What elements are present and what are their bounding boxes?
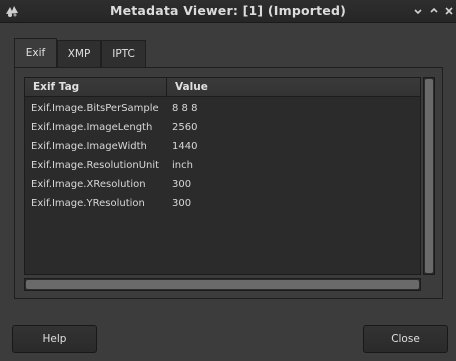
exif-tab-page: Exif Tag Value Exif.Image.BitsPerSample … xyxy=(14,67,443,299)
exif-tag-cell: Exif.Image.ImageWidth xyxy=(31,141,147,152)
column-header-exif-tag[interactable]: Exif Tag xyxy=(25,78,167,96)
close-icon[interactable] xyxy=(443,5,455,17)
maximize-icon[interactable] xyxy=(428,5,440,17)
column-header-value[interactable]: Value xyxy=(167,78,420,96)
value-cell: 1440 xyxy=(172,141,198,152)
value-cell: 300 xyxy=(172,179,192,190)
value-cell: 8 8 8 xyxy=(172,103,198,114)
table-row[interactable]: Exif.Image.XResolution 300 xyxy=(25,175,420,194)
minimize-icon[interactable] xyxy=(412,5,424,17)
horizontal-scrollbar[interactable] xyxy=(24,278,421,291)
value-cell: inch xyxy=(172,160,193,171)
tab-exif[interactable]: Exif xyxy=(14,38,57,69)
vertical-scrollbar-thumb[interactable] xyxy=(425,79,433,273)
exif-tag-cell: Exif.Image.XResolution xyxy=(31,179,146,190)
vertical-scrollbar[interactable] xyxy=(423,77,435,275)
table-row[interactable]: Exif.Image.YResolution 300 xyxy=(25,194,420,213)
tab-iptc[interactable]: IPTC xyxy=(101,40,146,67)
help-button[interactable]: Help xyxy=(12,325,97,353)
table-row[interactable]: Exif.Image.ImageWidth 1440 xyxy=(25,137,420,156)
horizontal-scrollbar-thumb[interactable] xyxy=(26,280,419,289)
value-cell: 2560 xyxy=(172,122,198,133)
exif-tag-cell: Exif.Image.ResolutionUnit xyxy=(31,160,160,171)
table-row[interactable]: Exif.Image.ResolutionUnit inch xyxy=(25,156,420,175)
exif-tag-cell: Exif.Image.YResolution xyxy=(31,198,145,209)
table-row[interactable]: Exif.Image.BitsPerSample 8 8 8 xyxy=(25,99,420,118)
exif-tag-cell: Exif.Image.BitsPerSample xyxy=(31,103,159,114)
value-cell: 300 xyxy=(172,198,192,209)
table-header: Exif Tag Value xyxy=(25,78,420,97)
window-title: Metadata Viewer: [1] (Imported) xyxy=(109,3,347,18)
close-button[interactable]: Close xyxy=(363,325,448,353)
tab-xmp[interactable]: XMP xyxy=(57,40,101,67)
exif-tag-cell: Exif.Image.ImageLength xyxy=(31,122,153,133)
title-bar[interactable]: Metadata Viewer: [1] (Imported) xyxy=(0,0,456,23)
exif-table[interactable]: Exif Tag Value Exif.Image.BitsPerSample … xyxy=(24,77,421,275)
table-row[interactable]: Exif.Image.ImageLength 2560 xyxy=(25,118,420,137)
